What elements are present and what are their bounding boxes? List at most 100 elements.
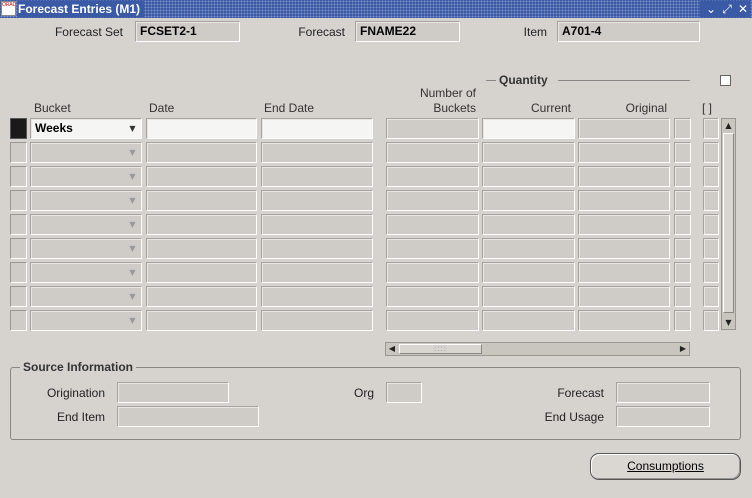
date-cell[interactable] <box>146 286 257 307</box>
bucket-combo[interactable]: ▼ <box>30 262 142 283</box>
chevron-down-icon[interactable]: ▼ <box>127 291 138 303</box>
bucket-combo[interactable]: ▼ <box>30 286 142 307</box>
date-cell[interactable] <box>146 166 257 187</box>
current-cell[interactable] <box>482 214 575 235</box>
current-cell[interactable] <box>482 262 575 283</box>
vertical-scroll-thumb[interactable] <box>723 133 734 313</box>
row-indicator[interactable] <box>10 310 27 331</box>
date-cell[interactable] <box>146 238 257 259</box>
flex-cell[interactable] <box>703 238 719 259</box>
date-cell[interactable] <box>146 118 257 139</box>
end-date-cell[interactable] <box>261 142 373 163</box>
close-icon[interactable]: ✕ <box>736 1 750 17</box>
number-of-buckets-cell[interactable] <box>386 214 479 235</box>
date-cell[interactable] <box>146 310 257 331</box>
row-indicator[interactable] <box>10 214 27 235</box>
end-date-cell[interactable] <box>261 190 373 211</box>
original-cell[interactable] <box>578 286 670 307</box>
vertical-scrollbar[interactable]: ▲ ▼ <box>721 118 736 330</box>
end-item-field[interactable] <box>117 406 259 427</box>
original-cell[interactable] <box>578 214 670 235</box>
item-field[interactable]: A701-4 <box>557 21 700 42</box>
row-indicator[interactable] <box>10 142 27 163</box>
row-indicator[interactable] <box>10 166 27 187</box>
consumptions-button[interactable]: Consumptions <box>590 453 741 480</box>
flex-cell[interactable] <box>703 214 719 235</box>
end-date-cell[interactable] <box>261 310 373 331</box>
flex-cell[interactable] <box>703 262 719 283</box>
chevron-down-icon[interactable]: ▼ <box>127 219 138 231</box>
number-of-buckets-cell[interactable] <box>386 286 479 307</box>
extra-cell[interactable] <box>674 238 691 259</box>
scroll-left-icon[interactable]: ◀ <box>386 343 398 355</box>
original-cell[interactable] <box>578 262 670 283</box>
horizontal-scrollbar[interactable]: ◀ :::: ▶ <box>385 342 690 356</box>
flex-cell[interactable] <box>703 190 719 211</box>
bucket-combo[interactable]: ▼ <box>30 238 142 259</box>
flex-cell[interactable] <box>703 166 719 187</box>
end-date-cell[interactable] <box>261 262 373 283</box>
number-of-buckets-cell[interactable] <box>386 166 479 187</box>
flex-cell[interactable] <box>703 310 719 331</box>
number-of-buckets-cell[interactable] <box>386 190 479 211</box>
scroll-down-icon[interactable]: ▼ <box>722 316 735 329</box>
horizontal-scroll-thumb[interactable]: :::: <box>399 344 482 354</box>
chevron-down-icon[interactable]: ▼ <box>127 315 138 327</box>
scroll-up-icon[interactable]: ▲ <box>722 119 735 132</box>
extra-cell[interactable] <box>674 118 691 139</box>
chevron-down-icon[interactable]: ▼ <box>127 171 138 183</box>
scroll-right-icon[interactable]: ▶ <box>677 343 689 355</box>
original-cell[interactable] <box>578 142 670 163</box>
flex-cell[interactable] <box>703 142 719 163</box>
date-cell[interactable] <box>146 214 257 235</box>
number-of-buckets-cell[interactable] <box>386 310 479 331</box>
extra-cell[interactable] <box>674 214 691 235</box>
current-cell[interactable] <box>482 118 575 139</box>
end-usage-field[interactable] <box>616 406 710 427</box>
original-cell[interactable] <box>578 238 670 259</box>
original-cell[interactable] <box>578 118 670 139</box>
bucket-combo[interactable]: ▼ <box>30 142 142 163</box>
extra-cell[interactable] <box>674 166 691 187</box>
select-all-checkbox[interactable] <box>720 75 731 86</box>
extra-cell[interactable] <box>674 286 691 307</box>
chevron-down-icon[interactable]: ▼ <box>127 147 138 159</box>
date-cell[interactable] <box>146 262 257 283</box>
bucket-combo[interactable]: ▼ <box>30 166 142 187</box>
extra-cell[interactable] <box>674 190 691 211</box>
extra-cell[interactable] <box>674 310 691 331</box>
row-indicator[interactable] <box>10 262 27 283</box>
chevron-down-icon[interactable]: ▼ <box>127 195 138 207</box>
row-indicator[interactable] <box>10 118 27 139</box>
current-cell[interactable] <box>482 166 575 187</box>
date-cell[interactable] <box>146 142 257 163</box>
extra-cell[interactable] <box>674 142 691 163</box>
end-date-cell[interactable] <box>261 118 373 139</box>
end-date-cell[interactable] <box>261 214 373 235</box>
original-cell[interactable] <box>578 166 670 187</box>
source-forecast-field[interactable] <box>616 382 710 403</box>
original-cell[interactable] <box>578 190 670 211</box>
current-cell[interactable] <box>482 286 575 307</box>
extra-cell[interactable] <box>674 262 691 283</box>
number-of-buckets-cell[interactable] <box>386 262 479 283</box>
flex-cell[interactable] <box>703 286 719 307</box>
origination-field[interactable] <box>117 382 229 403</box>
chevron-down-icon[interactable]: ▼ <box>127 267 138 279</box>
current-cell[interactable] <box>482 142 575 163</box>
row-indicator[interactable] <box>10 286 27 307</box>
end-date-cell[interactable] <box>261 286 373 307</box>
minimize-icon[interactable]: ⌄ <box>704 1 718 17</box>
row-indicator[interactable] <box>10 238 27 259</box>
current-cell[interactable] <box>482 310 575 331</box>
current-cell[interactable] <box>482 190 575 211</box>
flex-cell[interactable] <box>703 118 719 139</box>
restore-icon[interactable]: ⤢ <box>720 1 734 17</box>
row-indicator[interactable] <box>10 190 27 211</box>
org-field[interactable] <box>386 382 422 403</box>
end-date-cell[interactable] <box>261 166 373 187</box>
original-cell[interactable] <box>578 310 670 331</box>
number-of-buckets-cell[interactable] <box>386 142 479 163</box>
chevron-down-icon[interactable]: ▼ <box>127 123 138 135</box>
forecast-field[interactable]: FNAME22 <box>355 21 460 42</box>
